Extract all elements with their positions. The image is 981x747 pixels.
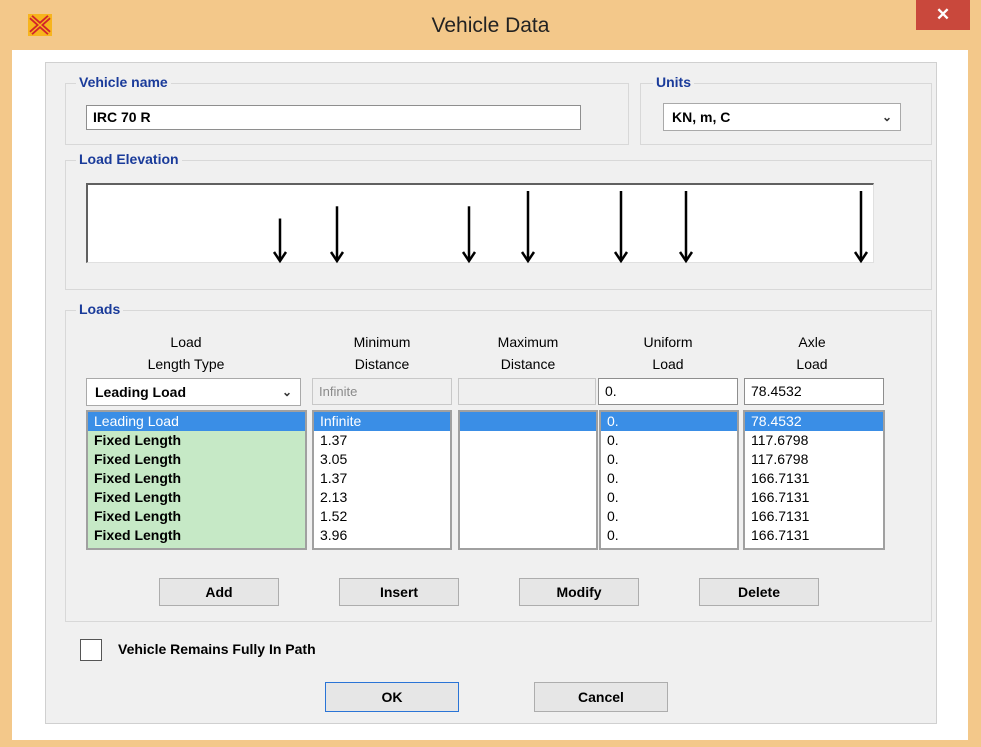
load-length-type-list[interactable]: Leading Load Fixed Length Fixed Length Fixe…	[86, 410, 307, 550]
header-maximum-distance-line1: Maximum	[497, 334, 559, 350]
title-bar[interactable]: Vehicle Data ✕	[0, 0, 981, 50]
add-button[interactable]: Add	[159, 578, 279, 606]
vehicle-name-group: Vehicle name IRC 70 R	[65, 74, 629, 145]
list-item[interactable]	[460, 507, 596, 526]
list-item[interactable]: 166.7131	[745, 469, 883, 488]
delete-button[interactable]: Delete	[699, 578, 819, 606]
loads-legend: Loads	[76, 301, 124, 317]
uniform-load-list[interactable]: 0. 0. 0. 0. 0. 0. 0.	[599, 410, 739, 550]
close-icon: ✕	[935, 5, 951, 24]
list-item[interactable]: 166.7131	[745, 488, 883, 507]
load-arrow-icon	[520, 191, 536, 264]
header-uniform-load-line2: Load	[652, 356, 684, 372]
uniform-load-input[interactable]: 0.	[598, 378, 738, 405]
load-elevation-canvas	[86, 183, 874, 264]
list-item[interactable]	[460, 469, 596, 488]
list-item[interactable]: Fixed Length	[88, 507, 305, 526]
units-selected-value: KN, m, C	[672, 109, 731, 125]
vehicle-remains-checkbox[interactable]	[80, 639, 102, 661]
header-axle-load-line1: Axle	[798, 334, 826, 350]
vehicle-remains-label: Vehicle Remains Fully In Path	[118, 641, 316, 657]
list-item[interactable]: Fixed Length	[88, 526, 305, 545]
list-item[interactable]: 0.	[601, 526, 737, 545]
chevron-down-icon: ⌄	[281, 385, 292, 399]
load-elevation-legend: Load Elevation	[76, 151, 182, 167]
vehicle-name-legend: Vehicle name	[76, 74, 171, 90]
list-item[interactable]: 2.13	[314, 488, 450, 507]
chevron-down-icon: ⌄	[881, 110, 892, 124]
header-uniform-load: Uniform Load	[598, 331, 738, 375]
header-minimum-distance-line1: Minimum	[353, 334, 411, 350]
list-item[interactable]: 3.05	[314, 450, 450, 469]
load-arrow-icon	[461, 206, 477, 264]
header-maximum-distance: Maximum Distance	[458, 331, 598, 375]
insert-button[interactable]: Insert	[339, 578, 459, 606]
list-item[interactable]	[460, 412, 596, 431]
list-item[interactable]: Fixed Length	[88, 431, 305, 450]
header-axle-load-line2: Load	[796, 356, 828, 372]
load-arrow-icon	[613, 191, 629, 264]
modify-button[interactable]: Modify	[519, 578, 639, 606]
header-load-length-type-line2: Length Type	[147, 356, 225, 372]
axle-load-input[interactable]: 78.4532	[744, 378, 884, 405]
list-item[interactable]: Fixed Length	[88, 488, 305, 507]
header-minimum-distance: Minimum Distance	[312, 331, 452, 375]
list-item[interactable]: 166.7131	[745, 507, 883, 526]
list-item[interactable]: 3.96	[314, 526, 450, 545]
list-item[interactable]: 0.	[601, 488, 737, 507]
load-length-type-select[interactable]: Leading Load ⌄	[86, 378, 301, 406]
loads-group: Loads Load Length Type Minimum Distance …	[65, 301, 932, 622]
list-item[interactable]	[460, 488, 596, 507]
list-item[interactable]: 0.	[601, 431, 737, 450]
ok-button[interactable]: OK	[325, 682, 459, 712]
list-item[interactable]: Infinite	[314, 412, 450, 431]
units-select[interactable]: KN, m, C ⌄	[663, 103, 901, 131]
list-item[interactable]: 117.6798	[745, 431, 883, 450]
units-legend: Units	[653, 74, 694, 90]
list-item[interactable]: 0.	[601, 412, 737, 431]
vehicle-name-input[interactable]: IRC 70 R	[86, 105, 581, 130]
list-item[interactable]: Leading Load	[88, 412, 305, 431]
load-arrow-icon	[329, 206, 345, 264]
list-item[interactable]: 117.6798	[745, 450, 883, 469]
vehicle-data-window: Vehicle Data ✕ Vehicle name IRC 70 R Uni…	[0, 0, 981, 747]
cancel-button[interactable]: Cancel	[534, 682, 668, 712]
list-item[interactable]: Fixed Length	[88, 450, 305, 469]
header-load-length-type: Load Length Type	[86, 331, 286, 375]
header-minimum-distance-line2: Distance	[354, 356, 410, 372]
close-button[interactable]: ✕	[916, 0, 970, 30]
maximum-distance-list[interactable]	[458, 410, 598, 550]
header-load-length-type-line1: Load	[170, 334, 202, 350]
load-arrow-icon	[272, 218, 288, 264]
list-item[interactable]: 1.52	[314, 507, 450, 526]
list-item[interactable]	[460, 450, 596, 469]
list-item[interactable]	[460, 526, 596, 545]
header-uniform-load-line1: Uniform	[643, 334, 693, 350]
minimum-distance-input[interactable]: Infinite	[312, 378, 452, 405]
header-axle-load: Axle Load	[742, 331, 882, 375]
dialog-panel: Vehicle name IRC 70 R Units KN, m, C ⌄ L…	[45, 62, 937, 724]
units-group: Units KN, m, C ⌄	[640, 74, 932, 145]
header-maximum-distance-line2: Distance	[500, 356, 556, 372]
list-item[interactable]: Fixed Length	[88, 469, 305, 488]
maximum-distance-input[interactable]	[458, 378, 596, 405]
list-item[interactable]: 0.	[601, 450, 737, 469]
load-elevation-group: Load Elevation	[65, 151, 932, 290]
load-length-type-value: Leading Load	[95, 384, 186, 400]
list-item[interactable]	[460, 431, 596, 450]
axle-load-list[interactable]: 78.4532 117.6798 117.6798 166.7131 166.7131 1…	[743, 410, 885, 550]
minimum-distance-list[interactable]: Infinite 1.37 3.05 1.37 2.13 1.52 3.96	[312, 410, 452, 550]
list-item[interactable]: 0.	[601, 507, 737, 526]
list-item[interactable]: 1.37	[314, 431, 450, 450]
list-item[interactable]: 0.	[601, 469, 737, 488]
list-item[interactable]: 78.4532	[745, 412, 883, 431]
load-arrow-icon	[853, 191, 869, 264]
dialog-client-area: Vehicle name IRC 70 R Units KN, m, C ⌄ L…	[12, 50, 968, 740]
load-arrow-icon	[678, 191, 694, 264]
window-title: Vehicle Data	[431, 14, 550, 37]
list-item[interactable]: 166.7131	[745, 526, 883, 545]
list-item[interactable]: 1.37	[314, 469, 450, 488]
load-elevation-diagram	[272, 191, 869, 264]
